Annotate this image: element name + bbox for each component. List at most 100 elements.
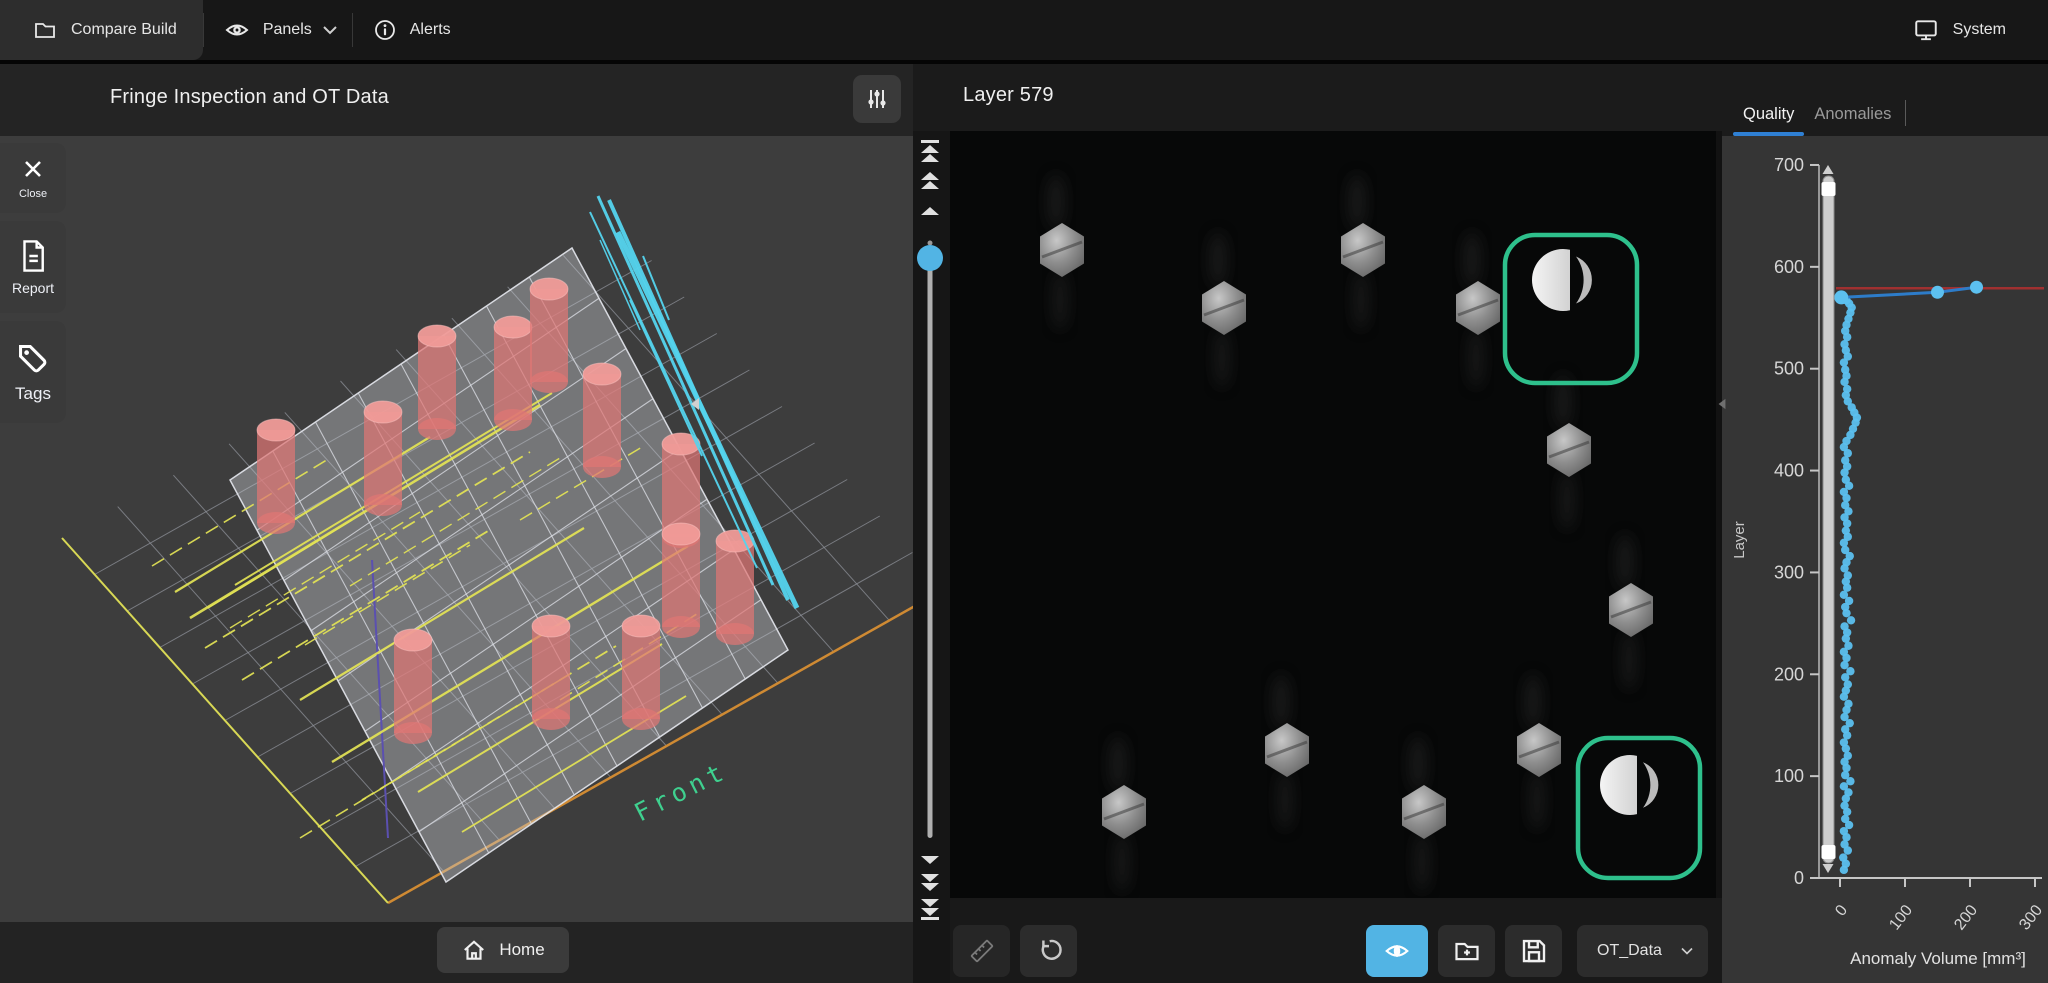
panel-splitter-arrow[interactable]: [1716, 396, 1728, 412]
save-button[interactable]: [1505, 925, 1562, 977]
anomaly-halfmoon: [1600, 755, 1660, 815]
compare-build-button[interactable]: Compare Build: [0, 0, 203, 60]
tags-button[interactable]: Tags: [0, 321, 66, 423]
part-cross-section: [1341, 174, 1385, 330]
part-cross-section: [1265, 674, 1309, 830]
system-button[interactable]: System: [1892, 0, 2026, 60]
ruler-icon: [967, 936, 997, 966]
cylinder: [394, 629, 432, 744]
tab-quality-label: Quality: [1743, 105, 1794, 124]
fringe-panel-header: Fringe Inspection and OT Data: [0, 64, 913, 136]
top-bar-left-group: Compare Build Panels Alerts: [0, 0, 471, 60]
compare-build-label: Compare Build: [71, 21, 177, 39]
close-label: Close: [19, 188, 47, 200]
rotate-ccw-icon: [1035, 937, 1063, 965]
sliders-icon: [864, 86, 890, 112]
info-icon: [373, 18, 397, 42]
svg-text:200: 200: [1951, 902, 1981, 934]
layer-image-canvas[interactable]: [950, 131, 1716, 898]
scatter-series: [1839, 296, 1861, 874]
3d-viewport[interactable]: Front: [0, 136, 913, 922]
slider-track[interactable]: [928, 252, 933, 838]
layer-slider[interactable]: [913, 131, 950, 983]
svg-text:200: 200: [1774, 664, 1804, 684]
save-icon: [1519, 936, 1549, 966]
layer-bottom-toolbar: OT_Data: [950, 898, 1722, 983]
chart-axes: 01002003004005006007000100200300: [1774, 155, 2046, 934]
part-cross-section: [1456, 232, 1500, 388]
cylinder: [583, 363, 621, 478]
data-source-value: OT_Data: [1597, 942, 1662, 960]
quality-tabbar: Quality Anomalies: [1722, 64, 2048, 136]
fringe-panel-title: Fringe Inspection and OT Data: [110, 86, 389, 109]
chart-layer-range-slider[interactable]: [1822, 165, 1836, 873]
eye-icon: [224, 20, 250, 40]
fringe-inspection-panel: Fringe Inspection and OT Data Front Clos…: [0, 64, 913, 983]
anomaly-highlight-box[interactable]: [1578, 738, 1700, 878]
fringe-view-toggle-button[interactable]: [1366, 925, 1428, 977]
slider-skip-first-button[interactable]: [921, 140, 939, 162]
chart-xlabel: Anomaly Volume [mm³]: [1850, 949, 2026, 968]
tab-anomalies-label: Anomalies: [1814, 105, 1891, 124]
close-button[interactable]: Close: [0, 143, 66, 213]
svg-text:700: 700: [1774, 155, 1804, 175]
alerts-label: Alerts: [410, 21, 451, 39]
slider-page-up-button[interactable]: [921, 172, 939, 189]
tag-icon: [15, 341, 51, 377]
anomaly-highlight-box[interactable]: [1505, 235, 1637, 383]
cylinder: [364, 401, 402, 516]
tab-quality[interactable]: Quality: [1733, 92, 1804, 136]
part-cross-section: [1402, 736, 1446, 892]
viewport-bottom-bar: Home: [0, 922, 913, 983]
range-handle-top[interactable]: [1822, 182, 1836, 196]
tab-anomalies[interactable]: Anomalies: [1804, 92, 1901, 136]
folder-plus-icon: [1452, 937, 1482, 965]
slider-page-down-button[interactable]: [921, 874, 939, 891]
cylinder: [418, 325, 456, 440]
panel-splitter-arrow[interactable]: [688, 396, 702, 412]
tab-separator: [1905, 100, 1906, 126]
add-to-collection-button[interactable]: [1438, 925, 1495, 977]
slider-handle[interactable]: [917, 245, 943, 271]
document-icon: [18, 239, 48, 273]
slider-step-up-button[interactable]: [921, 207, 939, 215]
view-settings-button[interactable]: [853, 75, 901, 123]
part-cross-section: [1517, 674, 1561, 830]
cylinder: [530, 278, 568, 393]
svg-text:600: 600: [1774, 257, 1804, 277]
layer-panel-title: Layer 579: [963, 84, 1054, 107]
viewport-side-toolbar: Close Report Tags: [0, 143, 66, 423]
part-cross-section: [1202, 232, 1246, 388]
report-label: Report: [12, 280, 54, 296]
anomaly-halfmoon: [1532, 249, 1594, 311]
data-source-dropdown[interactable]: OT_Data: [1577, 925, 1708, 977]
svg-text:100: 100: [1774, 766, 1804, 786]
svg-text:300: 300: [1774, 562, 1804, 582]
panels-chevron-button[interactable]: [322, 0, 352, 60]
part-cross-section: [1040, 174, 1084, 330]
slider-step-down-button[interactable]: [921, 856, 939, 864]
trend-point[interactable]: [1931, 286, 1944, 299]
layer-panel-header: Layer 579: [913, 64, 1722, 131]
reset-view-button[interactable]: [1020, 925, 1077, 977]
home-icon: [461, 937, 487, 963]
quality-panel: Quality Anomalies 0100200300400500600700…: [1722, 64, 2048, 983]
measure-button[interactable]: [953, 925, 1010, 977]
slider-skip-last-button[interactable]: [921, 899, 939, 920]
front-orientation-label: Front: [630, 756, 733, 827]
trend-point[interactable]: [1834, 290, 1848, 304]
range-handle-bottom[interactable]: [1822, 845, 1836, 859]
home-button[interactable]: Home: [437, 927, 569, 973]
cylinder: [257, 419, 295, 534]
panels-button[interactable]: Panels: [204, 0, 332, 60]
top-bar-right-group: System: [1892, 0, 2048, 60]
part-cross-section: [1609, 534, 1653, 690]
top-bar: Compare Build Panels Alerts: [0, 0, 2048, 64]
close-icon: [21, 157, 45, 181]
report-button[interactable]: Report: [0, 221, 66, 313]
folder-icon: [32, 18, 58, 42]
trend-point[interactable]: [1970, 281, 1983, 294]
monitor-icon: [1912, 17, 1940, 43]
svg-text:300: 300: [2016, 902, 2046, 934]
alerts-button[interactable]: Alerts: [353, 0, 471, 60]
